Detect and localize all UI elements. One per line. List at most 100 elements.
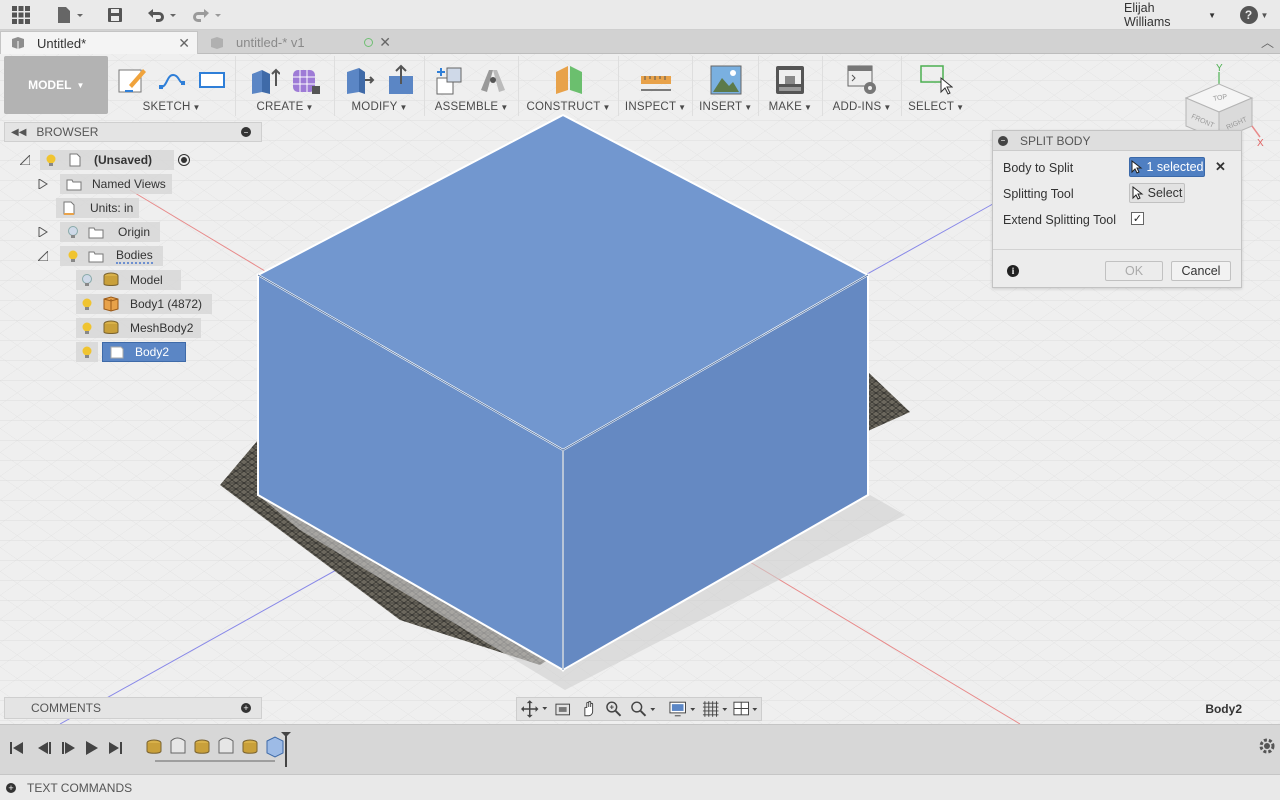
browser-body-body1[interactable]: Body1 (4872)	[76, 294, 213, 314]
info-icon[interactable]: i	[1007, 265, 1019, 277]
sync-status-icon	[364, 38, 373, 47]
scripts-icon[interactable]	[846, 64, 878, 96]
toolbar-group-construct[interactable]: CONSTRUCT ▼	[519, 56, 619, 116]
tab-untitled-v1[interactable]: untitled-* v1 ✕	[200, 31, 398, 54]
toolbar-group-sketch[interactable]: SKETCH ▼	[108, 56, 236, 116]
browser-panel-header[interactable]: ◀◀ BROWSER −	[4, 122, 262, 142]
pan-hand-icon[interactable]	[580, 700, 597, 718]
user-menu[interactable]: Elijah Williams ▼	[1124, 1, 1216, 29]
toolbar-group-select[interactable]: SELECT ▼	[902, 56, 970, 116]
toolbar-group-insert[interactable]: INSERT ▼	[693, 56, 760, 116]
lightbulb-icon[interactable]	[66, 249, 80, 263]
orbit-icon[interactable]	[521, 700, 548, 718]
timeline	[0, 724, 1280, 774]
lightbulb-icon[interactable]	[80, 297, 94, 311]
minus-icon[interactable]: −	[998, 135, 1008, 146]
toolbar-group-modify[interactable]: MODIFY ▼	[335, 56, 425, 116]
lightbulb-icon[interactable]	[80, 345, 94, 359]
minus-icon[interactable]: −	[241, 127, 251, 137]
toolbar-group-create[interactable]: CREATE ▼	[236, 56, 336, 116]
browser-body-meshbody2[interactable]: MeshBody2	[76, 318, 202, 338]
browser-node-bodies[interactable]: Bodies	[38, 246, 163, 266]
new-component-icon[interactable]	[435, 64, 467, 96]
comments-title: COMMENTS	[31, 701, 101, 715]
split-body-dialog: − SPLIT BODY Body to Split 1 selected ✕ …	[992, 130, 1242, 288]
close-icon[interactable]: ✕	[178, 35, 190, 52]
apps-grid-icon[interactable]	[10, 5, 32, 25]
help-button[interactable]: ? ▼	[1238, 5, 1270, 25]
lightbulb-icon[interactable]	[80, 273, 94, 287]
select-icon[interactable]	[919, 64, 954, 96]
cancel-button[interactable]: Cancel	[1171, 261, 1231, 281]
text-commands-bar[interactable]: + TEXT COMMANDS	[0, 774, 1280, 800]
document-icon	[12, 37, 24, 49]
file-menu-button[interactable]	[54, 5, 86, 25]
joint-icon[interactable]	[477, 64, 509, 96]
splitting-tool-select-button[interactable]: Select	[1129, 183, 1185, 203]
body-to-split-selection[interactable]: 1 selected	[1129, 157, 1205, 177]
expand-triangle-icon[interactable]	[20, 155, 30, 165]
toolbar-group-inspect[interactable]: INSPECT ▼	[619, 56, 694, 116]
grid-settings-icon[interactable]	[701, 700, 730, 718]
display-settings-icon[interactable]	[668, 700, 699, 718]
clear-selection-icon[interactable]: ✕	[1215, 159, 1226, 175]
press-pull-icon[interactable]	[343, 64, 375, 96]
expand-triangle-icon[interactable]	[38, 179, 48, 189]
mesh-body-icon	[103, 320, 119, 334]
toolbar-group-assemble[interactable]: ASSEMBLE ▼	[425, 56, 520, 116]
close-icon[interactable]: ✕	[379, 34, 391, 51]
redo-icon[interactable]	[190, 5, 224, 25]
browser-body-body2[interactable]: Body2	[76, 342, 187, 362]
save-icon[interactable]	[105, 5, 125, 25]
selection-count: 1 selected	[1146, 160, 1204, 174]
toolbar-group-label: SELECT	[908, 101, 955, 113]
collapse-panel-icon[interactable]: ◀◀	[11, 127, 26, 138]
collapse-triangle-icon[interactable]	[38, 251, 48, 261]
box-feature-icon	[266, 736, 284, 758]
toolbar-group-add-ins[interactable]: ADD-INS ▼	[823, 56, 903, 116]
ok-button[interactable]: OK	[1105, 261, 1163, 281]
chevron-up-icon[interactable]: ︿	[1261, 32, 1274, 51]
toolbar-group-label: ADD-INS	[832, 101, 882, 113]
extrude-icon[interactable]	[248, 64, 281, 96]
lightbulb-icon[interactable]	[80, 321, 94, 335]
expand-icon[interactable]: +	[6, 782, 16, 793]
activate-radio-icon[interactable]	[178, 154, 191, 166]
browser-node-origin[interactable]: Origin	[38, 222, 161, 242]
expand-triangle-icon[interactable]	[38, 227, 48, 237]
browser-root-node[interactable]: (Unsaved)	[20, 150, 191, 170]
workspace-switcher[interactable]: MODEL ▼	[4, 56, 109, 114]
gear-icon[interactable]	[1258, 737, 1276, 755]
rectangle-icon[interactable]	[197, 65, 227, 95]
comments-panel-header[interactable]: COMMENTS +	[4, 697, 262, 719]
lightbulb-icon[interactable]	[44, 153, 58, 167]
tab-label: untitled-* v1	[236, 35, 305, 50]
zoom-icon[interactable]	[605, 700, 622, 718]
3d-print-icon[interactable]	[774, 64, 806, 96]
viewports-icon[interactable]	[732, 700, 761, 718]
dialog-header[interactable]: − SPLIT BODY	[993, 131, 1241, 151]
add-comment-icon[interactable]: +	[241, 703, 251, 713]
browser-node-named-views[interactable]: Named Views	[38, 174, 172, 194]
plane-icon[interactable]	[552, 64, 586, 96]
browser-node-units[interactable]: Units: in	[56, 198, 140, 218]
measure-icon[interactable]	[639, 64, 673, 96]
cursor-icon	[1132, 186, 1144, 200]
look-at-icon[interactable]	[554, 700, 571, 718]
document-tabs: Untitled* ✕ untitled-* v1 ✕ ︿	[0, 30, 1280, 54]
extend-splitting-tool-checkbox[interactable]: ✓	[1131, 212, 1144, 225]
line-icon[interactable]	[157, 65, 187, 95]
push-pull-icon[interactable]	[385, 64, 417, 96]
sketch-icon[interactable]	[117, 65, 147, 95]
folder-icon	[88, 251, 104, 262]
fit-icon[interactable]	[629, 700, 658, 718]
insert-image-icon[interactable]	[710, 64, 742, 96]
lightbulb-icon[interactable]	[66, 225, 80, 239]
toolbar-group-make[interactable]: MAKE ▼	[759, 56, 823, 116]
timeline-features[interactable]	[143, 731, 293, 767]
browser-body-model[interactable]: Model	[76, 270, 181, 290]
text-commands-label: TEXT COMMANDS	[27, 780, 133, 795]
form-icon[interactable]	[290, 64, 322, 96]
tab-untitled[interactable]: Untitled* ✕	[0, 31, 198, 54]
undo-icon[interactable]	[145, 5, 179, 25]
